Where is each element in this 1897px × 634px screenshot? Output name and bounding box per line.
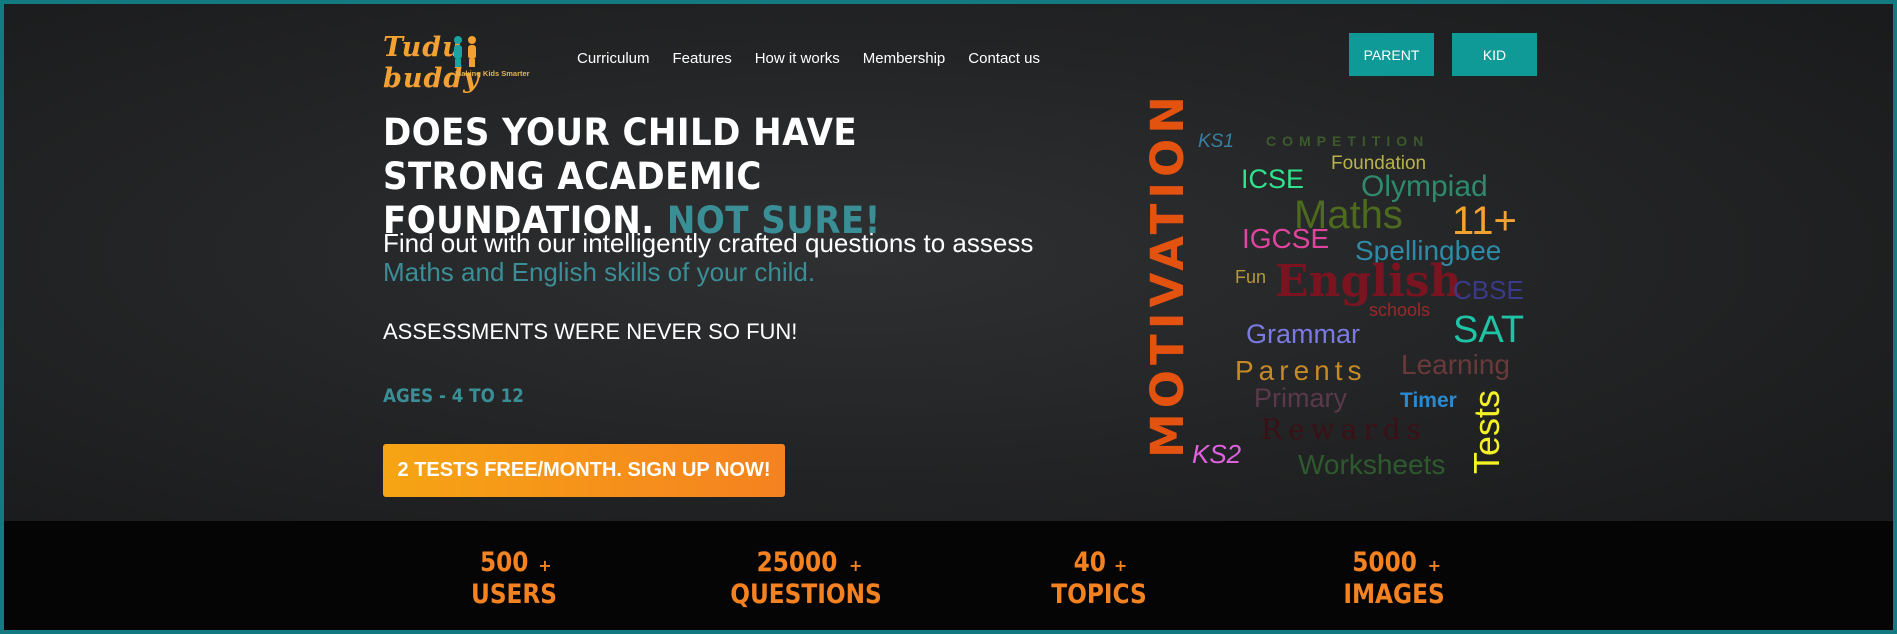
- word-primary: Primary: [1254, 383, 1347, 413]
- ages-label: AGES - 4 TO 12: [383, 385, 524, 407]
- word-motivation: MOTIVATION: [1141, 91, 1194, 458]
- stat-questions: 25000 + QUESTIONS: [716, 547, 896, 611]
- logo[interactable]: Tudubuddy Making Kids Smarter: [383, 32, 553, 94]
- nav-membership[interactable]: Membership: [863, 50, 946, 67]
- word-ks1: KS1: [1198, 131, 1234, 152]
- stat-users: 500 + USERS: [434, 547, 594, 611]
- word-fun: Fun: [1235, 267, 1267, 287]
- logo-tagline: Making Kids Smarter: [455, 69, 530, 78]
- parent-button[interactable]: PARENT: [1349, 33, 1434, 76]
- stat-questions-plus: +: [849, 556, 863, 575]
- stat-users-plus: +: [538, 556, 552, 575]
- stat-users-number: 500: [480, 547, 529, 578]
- hero-headline: DOES YOUR CHILD HAVE STRONG ACADEMIC FOU…: [383, 111, 1027, 243]
- word-worksheets: Worksheets: [1298, 449, 1446, 480]
- word-english: English: [1275, 256, 1462, 307]
- word-ks2: KS2: [1192, 439, 1242, 469]
- stat-questions-label: QUESTIONS: [730, 579, 882, 610]
- stat-users-label: USERS: [470, 579, 558, 610]
- stat-topics: 40 + TOPICS: [1019, 547, 1179, 611]
- stat-images: 5000 + IMAGES: [1309, 547, 1479, 611]
- stat-topics-label: TOPICS: [1051, 579, 1147, 610]
- stat-topics-plus: +: [1113, 556, 1128, 575]
- stat-images-number: 5000: [1352, 547, 1417, 578]
- main-nav: Curriculum Features How it works Members…: [577, 50, 1040, 67]
- hero-subtitle-line1: Find out with our intelligently crafted …: [383, 228, 1034, 258]
- word-competition: COMPETITION: [1266, 133, 1430, 149]
- hero-subtitle-line2: Maths and English skills of your child.: [383, 257, 816, 287]
- word-cbse: CBSE: [1453, 275, 1524, 305]
- nav-contact-us[interactable]: Contact us: [968, 50, 1040, 67]
- stat-topics-number: 40: [1073, 547, 1106, 578]
- word-icse: ICSE: [1241, 164, 1305, 194]
- word-learning: Learning: [1401, 349, 1510, 380]
- word-rewards: Rewards: [1261, 413, 1427, 446]
- word-tests: Tests: [1466, 389, 1507, 474]
- signup-cta-button[interactable]: 2 TESTS FREE/MONTH. SIGN UP NOW!: [383, 444, 785, 497]
- page-frame: Tudubuddy Making Kids Smarter Curriculum…: [0, 0, 1897, 634]
- kid-button[interactable]: KID: [1452, 33, 1537, 76]
- word-parents: Parents: [1235, 355, 1367, 386]
- fun-tagline: ASSESSMENTS WERE NEVER SO FUN!: [383, 319, 798, 344]
- kids-icon: [454, 36, 476, 67]
- stat-questions-number: 25000: [756, 547, 837, 578]
- headline-line1: DOES YOUR CHILD HAVE STRONG ACADEMIC: [383, 111, 858, 198]
- nav-features[interactable]: Features: [673, 50, 732, 67]
- stat-images-plus: +: [1427, 556, 1442, 575]
- word-sat: SAT: [1453, 309, 1525, 351]
- word-grammar: Grammar: [1246, 319, 1360, 349]
- stat-images-label: IMAGES: [1343, 579, 1445, 610]
- word-timer: Timer: [1400, 389, 1457, 412]
- nav-how-it-works[interactable]: How it works: [755, 50, 840, 67]
- stats-bar: 500 + USERS 25000 + QUESTIONS 40 + TOPIC…: [4, 521, 1893, 630]
- nav-curriculum[interactable]: Curriculum: [577, 50, 650, 67]
- word-schools: schools: [1369, 300, 1431, 320]
- word-igcse: IGCSE: [1242, 223, 1330, 254]
